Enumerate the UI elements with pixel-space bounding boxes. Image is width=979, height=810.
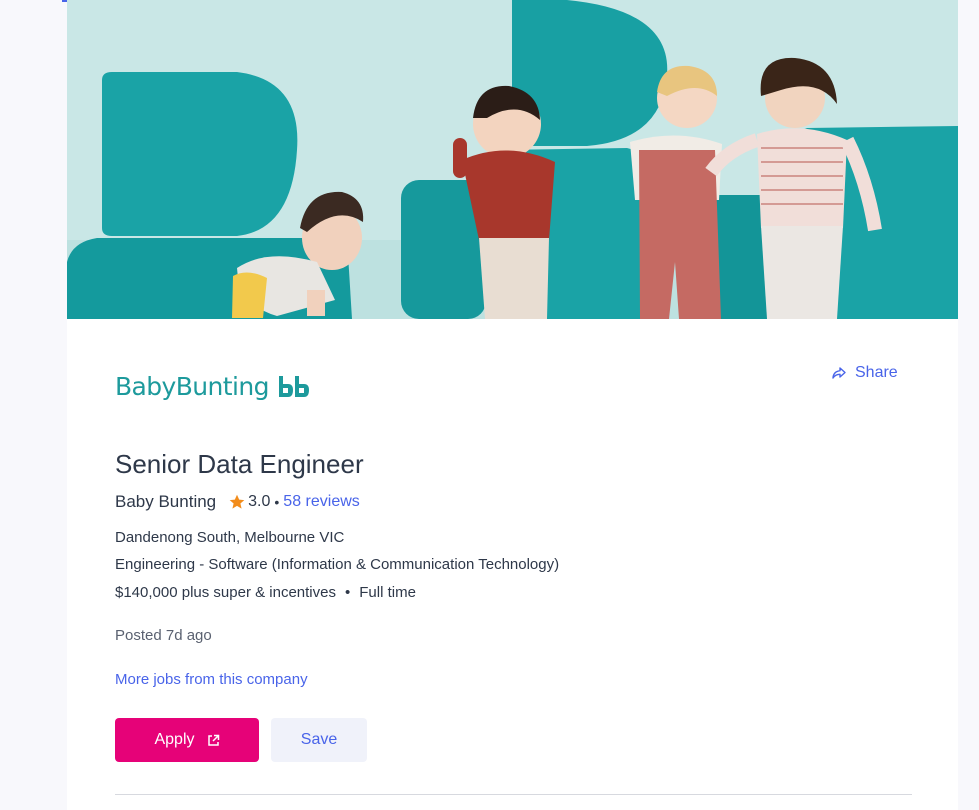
reviews-link[interactable]: 58 reviews (283, 493, 359, 511)
company-rating: 3.0 • 58 reviews (229, 493, 360, 511)
external-link-icon (207, 734, 219, 746)
apply-button[interactable]: Apply (115, 718, 259, 762)
share-button[interactable]: Share (832, 362, 898, 384)
company-logo: BabyBunting (115, 372, 309, 401)
job-category: Engineering - Software (Information & Co… (115, 556, 560, 573)
brand-mark-icon (278, 375, 309, 397)
more-jobs-link[interactable]: More jobs from this company (115, 671, 308, 688)
job-details-card: BabyBunting Share Senior Data Engineer B… (67, 0, 958, 810)
salary-separator: • (344, 584, 351, 601)
section-divider (115, 794, 912, 795)
job-location: Dandenong South, Melbourne VIC (115, 529, 345, 546)
star-icon (229, 494, 245, 509)
company-logo-text: BabyBunting (115, 372, 269, 401)
job-title: Senior Data Engineer (115, 449, 364, 479)
company-banner-image (67, 0, 958, 319)
rating-value: 3.0 (248, 493, 271, 510)
company-line: Baby Bunting 3.0 • 58 reviews (115, 492, 360, 512)
rating-separator: • (274, 494, 280, 510)
share-label: Share (855, 364, 898, 381)
save-button[interactable]: Save (271, 718, 367, 762)
job-salary-line: $140,000 plus super & incentives • Full … (115, 584, 416, 601)
company-name: Baby Bunting (115, 492, 217, 511)
job-salary: $140,000 plus super & incentives (115, 584, 336, 601)
work-type: Full time (359, 584, 416, 601)
share-arrow-icon (832, 367, 846, 379)
apply-label: Apply (154, 731, 195, 748)
posted-date: Posted 7d ago (115, 627, 212, 644)
